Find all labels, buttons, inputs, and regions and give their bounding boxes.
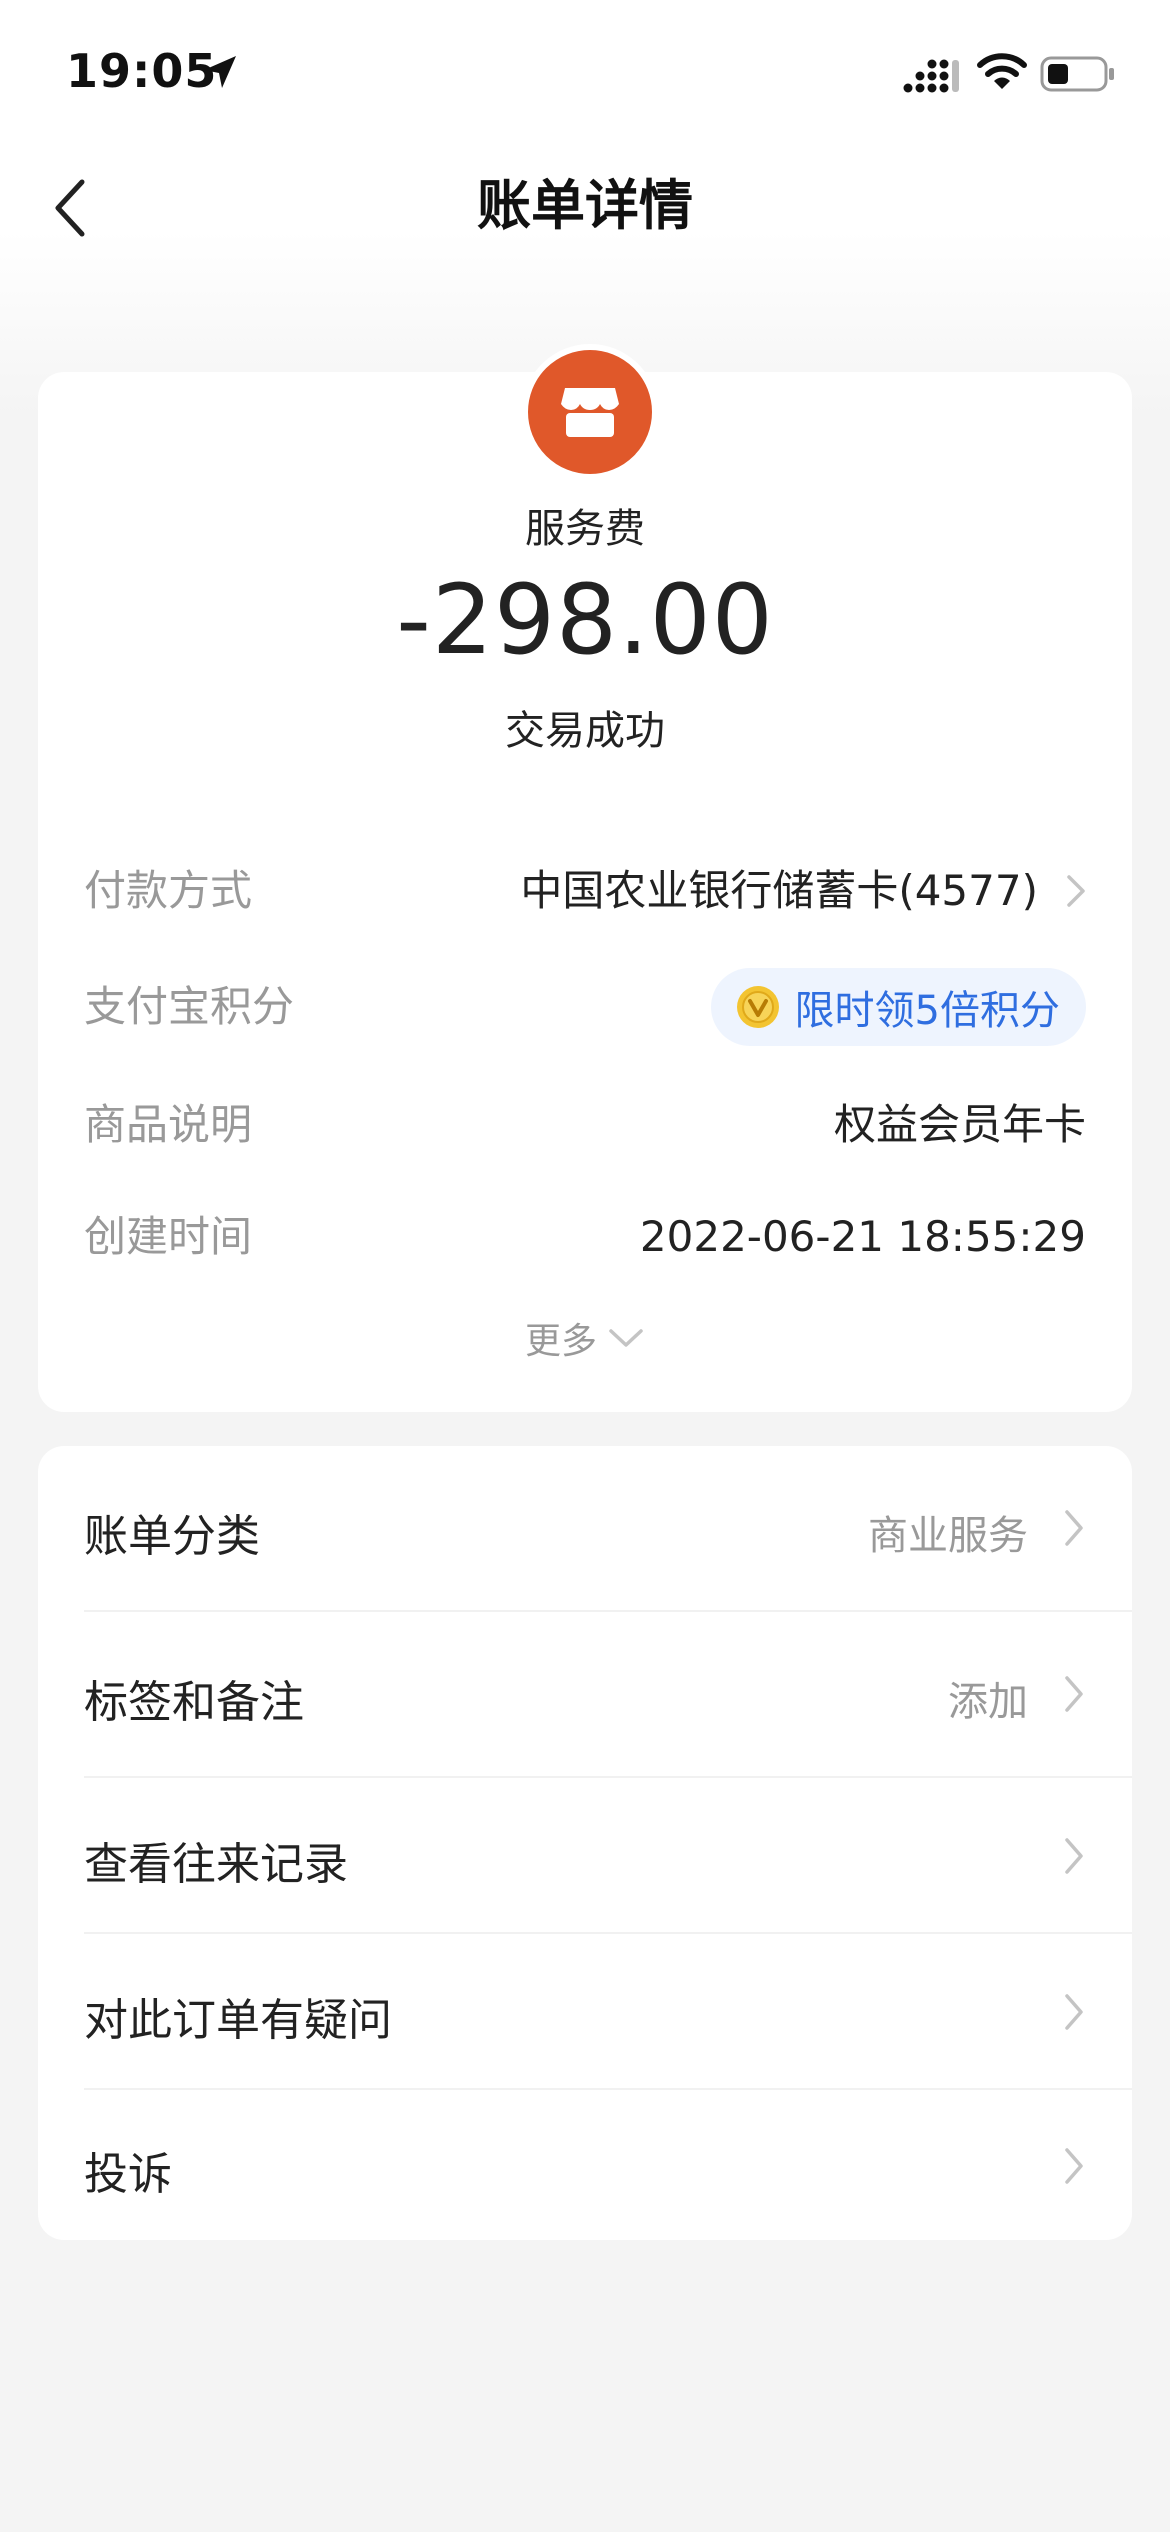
points-promo-button[interactable]: 限时领5倍积分	[710, 968, 1086, 1046]
product-label: 商品说明	[84, 1100, 253, 1149]
transaction-amount: -298.00	[396, 564, 774, 676]
payment-method-label: 付款方式	[84, 866, 253, 915]
chevron-down-icon	[609, 1329, 643, 1347]
more-label: 更多	[524, 1321, 597, 1362]
order-question-row[interactable]: 对此订单有疑问	[38, 1934, 1132, 2088]
order-question-label: 对此订单有疑问	[84, 1995, 392, 2046]
location-arrow-icon	[204, 56, 236, 88]
created-time-value: 2022-06-21 18:55:29	[639, 1212, 1086, 1261]
payment-method-row[interactable]: 付款方式 中国农业银行储蓄卡(4577)	[38, 846, 1132, 936]
transaction-history-label: 查看往来记录	[84, 1839, 348, 1890]
chevron-right-icon	[1065, 1994, 1083, 2030]
merchant-name: 服务费	[525, 506, 645, 552]
actions-card: 账单分类 商业服务 标签和备注 添加 查看往来记录 对此订单有疑问 投诉	[38, 1446, 1132, 2240]
status-time: 19:05	[66, 44, 218, 98]
coin-icon	[736, 986, 779, 1028]
points-row: 支付宝积分 限时领5倍积分	[38, 962, 1132, 1052]
points-promo-text: 限时领5倍积分	[794, 988, 1060, 1034]
tags-notes-row[interactable]: 标签和备注 添加	[38, 1612, 1132, 1776]
payment-method-value: 中国农业银行储蓄卡(4577)	[520, 866, 1038, 915]
bill-category-label: 账单分类	[84, 1511, 260, 1562]
cellular-signal-icon	[903, 59, 959, 93]
transaction-card: 服务费 -298.00 交易成功 付款方式 中国农业银行储蓄卡(4577) 支付…	[38, 344, 1132, 1412]
bill-category-row[interactable]: 账单分类 商业服务	[38, 1446, 1132, 1610]
storefront-icon	[561, 388, 619, 437]
complaint-label: 投诉	[84, 2149, 172, 2200]
chevron-right-icon	[1065, 1838, 1083, 1874]
status-bar: 19:05	[0, 0, 1170, 140]
chevron-right-icon	[1065, 2148, 1083, 2184]
merchant-avatar	[522, 344, 658, 480]
battery-icon	[1040, 56, 1114, 92]
created-time-row: 创建时间 2022-06-21 18:55:29	[38, 1192, 1132, 1282]
complaint-row[interactable]: 投诉	[38, 2090, 1132, 2240]
tags-notes-label: 标签和备注	[84, 1677, 304, 1728]
tags-notes-value: 添加	[948, 1679, 1028, 1725]
created-time-label: 创建时间	[84, 1212, 253, 1261]
bill-category-value: 商业服务	[868, 1513, 1028, 1559]
chevron-right-icon	[1067, 875, 1085, 907]
page-title: 账单详情	[477, 174, 693, 237]
transaction-history-row[interactable]: 查看往来记录	[38, 1778, 1132, 1932]
points-label: 支付宝积分	[84, 982, 295, 1031]
product-row: 商品说明 权益会员年卡	[38, 1080, 1132, 1170]
chevron-right-icon	[1065, 1676, 1083, 1712]
transaction-status: 交易成功	[505, 708, 665, 754]
wifi-icon	[977, 53, 1027, 89]
more-toggle[interactable]: 更多	[38, 1312, 1132, 1364]
chevron-right-icon	[1065, 1510, 1083, 1546]
product-value: 权益会员年卡	[833, 1100, 1086, 1149]
